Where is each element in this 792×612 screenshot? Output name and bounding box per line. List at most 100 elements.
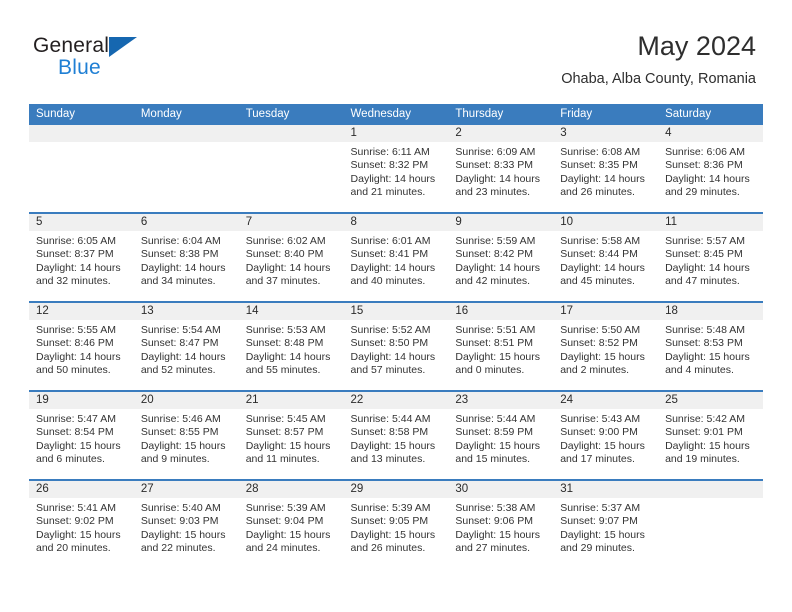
day-cell-17[interactable]: 17 Sunrise: 5:50 AM Sunset: 8:52 PM Dayligh… xyxy=(553,303,659,390)
sunset-text: Sunset: 8:40 PM xyxy=(245,248,324,261)
day-details: Sunrise: 5:51 AM Sunset: 8:51 PM Daylight:… xyxy=(448,320,553,378)
brand-logo[interactable]: General Blue xyxy=(33,34,213,90)
weekday-header-wednesday: Wednesday xyxy=(343,104,449,125)
calendar-grid: Sunday Monday Tuesday Wednesday Thursday Frid… xyxy=(29,104,763,568)
day-cell-22[interactable]: 22 Sunrise: 5:44 AM Sunset: 8:58 PM Dayligh… xyxy=(343,392,449,479)
sunset-text: Sunset: 9:04 PM xyxy=(245,515,324,528)
day-cell-19[interactable]: 19 Sunrise: 5:47 AM Sunset: 8:54 PM Dayligh… xyxy=(29,392,134,479)
daylight-text-cont: and 55 minutes. xyxy=(245,364,321,377)
day-number: 31 xyxy=(553,481,659,498)
brand-name-blue: Blue xyxy=(58,56,101,79)
day-number: 14 xyxy=(238,303,344,320)
sunrise-text: Sunrise: 5:44 AM xyxy=(350,413,431,425)
day-number: 5 xyxy=(29,214,134,231)
daylight-text-cont: and 15 minutes. xyxy=(455,453,531,466)
day-details: Sunrise: 5:45 AM Sunset: 8:57 PM Daylight:… xyxy=(239,409,344,467)
sunrise-text: Sunrise: 6:06 AM xyxy=(665,146,746,158)
day-cell-9[interactable]: 9 Sunrise: 5:59 AM Sunset: 8:42 PM Daylight… xyxy=(448,214,554,301)
daylight-text: Daylight: 15 hours xyxy=(560,350,645,363)
daylight-text-cont: and 37 minutes. xyxy=(245,275,321,288)
calendar-cell: 26 Sunrise: 5:41 AM Sunset: 9:02 PM Dayligh… xyxy=(29,479,134,568)
sunset-text: Sunset: 8:55 PM xyxy=(140,426,219,439)
day-details: Sunrise: 5:37 AM Sunset: 9:07 PM Daylight:… xyxy=(553,498,658,556)
day-details: Sunrise: 6:09 AM Sunset: 8:33 PM Daylight:… xyxy=(448,142,553,200)
weekday-header-monday: Monday xyxy=(133,104,239,125)
sunrise-text: Sunrise: 5:43 AM xyxy=(560,413,641,425)
day-number: 7 xyxy=(238,214,344,231)
day-cell-5[interactable]: 5 Sunrise: 6:05 AM Sunset: 8:37 PM Daylight… xyxy=(29,214,134,301)
day-details: Sunrise: 5:59 AM Sunset: 8:42 PM Daylight:… xyxy=(448,231,553,289)
day-cell-3[interactable]: 3 Sunrise: 6:08 AM Sunset: 8:35 PM Daylight… xyxy=(553,125,659,212)
sunrise-text: Sunrise: 5:47 AM xyxy=(36,413,116,425)
day-cell-11[interactable]: 11 Sunrise: 5:57 AM Sunset: 8:45 PM Dayligh… xyxy=(658,214,763,301)
daylight-text: Daylight: 15 hours xyxy=(560,528,645,541)
day-cell-7[interactable]: 7 Sunrise: 6:02 AM Sunset: 8:40 PM Daylight… xyxy=(238,214,344,301)
day-cell-31[interactable]: 31 Sunrise: 5:37 AM Sunset: 9:07 PM Dayligh… xyxy=(553,481,659,568)
calendar-cell: 12 Sunrise: 5:55 AM Sunset: 8:46 PM Dayligh… xyxy=(29,301,134,391)
calendar-header-row: Sunday Monday Tuesday Wednesday Thursday Frid… xyxy=(29,104,763,125)
sunset-text: Sunset: 8:53 PM xyxy=(665,337,743,350)
day-details: Sunrise: 5:55 AM Sunset: 8:46 PM Daylight:… xyxy=(29,320,134,378)
sunrise-text: Sunrise: 5:58 AM xyxy=(560,235,641,247)
day-cell-30[interactable]: 30 Sunrise: 5:38 AM Sunset: 9:06 PM Dayligh… xyxy=(448,481,554,568)
day-details: Sunrise: 5:52 AM Sunset: 8:50 PM Daylight:… xyxy=(344,320,449,378)
sunset-text: Sunset: 9:01 PM xyxy=(665,426,743,439)
calendar-cell: 29 Sunrise: 5:39 AM Sunset: 9:05 PM Dayligh… xyxy=(343,479,449,568)
sunrise-text: Sunrise: 5:42 AM xyxy=(665,413,746,425)
sunrise-text: Sunrise: 5:50 AM xyxy=(560,324,641,336)
day-cell-12[interactable]: 12 Sunrise: 5:55 AM Sunset: 8:46 PM Dayligh… xyxy=(29,303,134,390)
day-details: Sunrise: 5:54 AM Sunset: 8:47 PM Daylight:… xyxy=(134,320,239,378)
day-cell-26[interactable]: 26 Sunrise: 5:41 AM Sunset: 9:02 PM Dayligh… xyxy=(29,481,134,568)
day-cell-29[interactable]: 29 Sunrise: 5:39 AM Sunset: 9:05 PM Dayligh… xyxy=(343,481,449,568)
day-cell-14[interactable]: 14 Sunrise: 5:53 AM Sunset: 8:48 PM Dayligh… xyxy=(238,303,344,390)
daylight-text: Daylight: 15 hours xyxy=(140,439,226,452)
day-number: 22 xyxy=(343,392,449,409)
sunset-text: Sunset: 8:41 PM xyxy=(350,248,429,261)
calendar-page: General Blue May 2024 Ohaba, Alba County… xyxy=(0,0,792,612)
day-cell-16[interactable]: 16 Sunrise: 5:51 AM Sunset: 8:51 PM Dayligh… xyxy=(448,303,554,390)
day-cell-21[interactable]: 21 Sunrise: 5:45 AM Sunset: 8:57 PM Dayligh… xyxy=(238,392,344,479)
calendar-cell xyxy=(238,125,344,213)
day-details: Sunrise: 5:53 AM Sunset: 8:48 PM Daylight:… xyxy=(239,320,344,378)
weekday-header-saturday: Saturday xyxy=(658,104,763,125)
day-cell-8[interactable]: 8 Sunrise: 6:01 AM Sunset: 8:41 PM Daylight… xyxy=(343,214,449,301)
day-cell-4[interactable]: 4 Sunrise: 6:06 AM Sunset: 8:36 PM Daylight… xyxy=(658,125,763,212)
day-cell-24[interactable]: 24 Sunrise: 5:43 AM Sunset: 9:00 PM Dayligh… xyxy=(553,392,659,479)
day-cell-18[interactable]: 18 Sunrise: 5:48 AM Sunset: 8:53 PM Dayligh… xyxy=(658,303,763,390)
day-number: 17 xyxy=(553,303,659,320)
day-cell-2[interactable]: 2 Sunrise: 6:09 AM Sunset: 8:33 PM Daylight… xyxy=(448,125,554,212)
day-cell-27[interactable]: 27 Sunrise: 5:40 AM Sunset: 9:03 PM Dayligh… xyxy=(133,481,239,568)
sunrise-text: Sunrise: 5:39 AM xyxy=(245,502,326,514)
brand-name-general: General xyxy=(33,34,110,57)
day-details: Sunrise: 5:42 AM Sunset: 9:01 PM Daylight:… xyxy=(658,409,763,467)
calendar-cell: 30 Sunrise: 5:38 AM Sunset: 9:06 PM Dayligh… xyxy=(448,479,554,568)
day-cell-13[interactable]: 13 Sunrise: 5:54 AM Sunset: 8:47 PM Dayligh… xyxy=(133,303,239,390)
daylight-text-cont: and 23 minutes. xyxy=(455,186,531,199)
calendar-cell xyxy=(658,479,763,568)
day-number xyxy=(658,481,763,498)
day-details: Sunrise: 5:46 AM Sunset: 8:55 PM Daylight:… xyxy=(134,409,239,467)
day-cell-1[interactable]: 1 Sunrise: 6:11 AM Sunset: 8:32 PM Daylight… xyxy=(343,125,449,212)
daylight-text-cont: and 47 minutes. xyxy=(665,275,740,288)
daylight-text: Daylight: 14 hours xyxy=(350,350,436,363)
calendar-cell: 15 Sunrise: 5:52 AM Sunset: 8:50 PM Dayligh… xyxy=(343,301,449,391)
sunrise-text: Sunrise: 6:09 AM xyxy=(455,146,536,158)
calendar-cell xyxy=(133,125,239,213)
sunset-text: Sunset: 9:03 PM xyxy=(140,515,219,528)
sunrise-text: Sunrise: 6:05 AM xyxy=(36,235,116,247)
day-cell-15[interactable]: 15 Sunrise: 5:52 AM Sunset: 8:50 PM Dayligh… xyxy=(343,303,449,390)
day-cell-23[interactable]: 23 Sunrise: 5:44 AM Sunset: 8:59 PM Dayligh… xyxy=(448,392,554,479)
calendar-cell: 2 Sunrise: 6:09 AM Sunset: 8:33 PM Daylight… xyxy=(448,125,554,213)
day-cell-6[interactable]: 6 Sunrise: 6:04 AM Sunset: 8:38 PM Daylight… xyxy=(133,214,239,301)
day-number: 26 xyxy=(29,481,134,498)
day-cell-20[interactable]: 20 Sunrise: 5:46 AM Sunset: 8:55 PM Dayligh… xyxy=(133,392,239,479)
day-cell-25[interactable]: 25 Sunrise: 5:42 AM Sunset: 9:01 PM Dayligh… xyxy=(658,392,763,479)
day-cell-28[interactable]: 28 Sunrise: 5:39 AM Sunset: 9:04 PM Dayligh… xyxy=(238,481,344,568)
sunset-text: Sunset: 8:35 PM xyxy=(560,159,638,172)
day-cell-10[interactable]: 10 Sunrise: 5:58 AM Sunset: 8:44 PM Dayligh… xyxy=(553,214,659,301)
day-details xyxy=(239,142,344,146)
daylight-text: Daylight: 14 hours xyxy=(560,261,645,274)
daylight-text-cont: and 52 minutes. xyxy=(140,364,216,377)
day-details xyxy=(29,142,134,146)
day-number: 3 xyxy=(553,125,659,142)
